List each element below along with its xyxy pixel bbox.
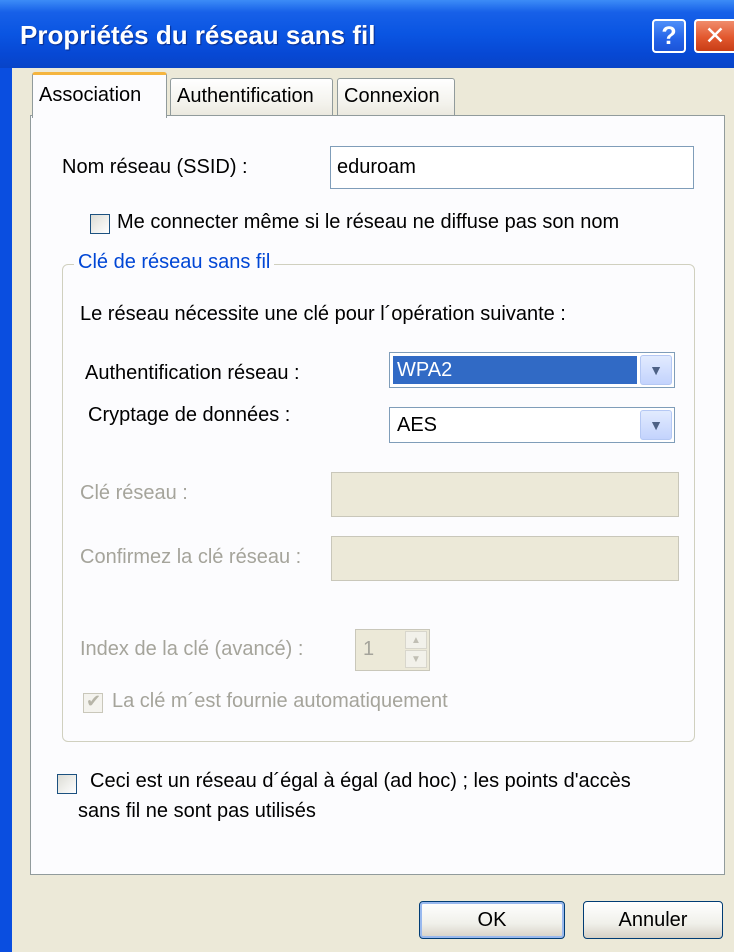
- tab-authentification[interactable]: Authentification: [170, 78, 333, 115]
- title-bar[interactable]: Propriétés du réseau sans fil ? ✕: [0, 0, 734, 68]
- key-index-value: 1: [363, 638, 375, 660]
- key-description: Le réseau nécessite une clé pour l´opéra…: [80, 303, 566, 325]
- close-button[interactable]: ✕: [694, 19, 734, 53]
- adhoc-checkbox[interactable]: [57, 774, 77, 794]
- encryption-dropdown-value: AES: [397, 414, 438, 436]
- network-key-input[interactable]: [331, 472, 679, 517]
- groupbox-title: Clé de réseau sans fil: [74, 251, 275, 274]
- cancel-button[interactable]: Annuler: [583, 901, 723, 939]
- chevron-down-icon[interactable]: ▼: [640, 410, 672, 440]
- auth-dropdown[interactable]: WPA2 ▼: [389, 352, 675, 388]
- encryption-dropdown[interactable]: AES ▼: [389, 407, 675, 443]
- key-index-stepper[interactable]: 1 ▲ ▼: [355, 629, 430, 671]
- checkmark-icon: ✔: [86, 691, 102, 711]
- help-icon: ?: [661, 21, 677, 50]
- confirm-key-input[interactable]: [331, 536, 679, 581]
- hidden-network-checkbox[interactable]: [90, 214, 110, 234]
- hidden-network-label: Me connecter même si le réseau ne diffus…: [117, 211, 620, 233]
- key-index-label: Index de la clé (avancé) :: [80, 638, 304, 660]
- adhoc-label-line1: Ceci est un réseau d´égal à égal (ad hoc…: [90, 770, 631, 792]
- tab-association[interactable]: Association: [32, 72, 167, 118]
- help-button[interactable]: ?: [652, 19, 686, 53]
- auth-label: Authentification réseau :: [85, 362, 300, 384]
- auto-key-label: La clé m´est fournie automatiquement: [112, 690, 448, 712]
- ok-button[interactable]: OK: [419, 901, 565, 939]
- ssid-label: Nom réseau (SSID) :: [62, 156, 248, 178]
- auto-key-checkbox[interactable]: ✔: [83, 691, 103, 713]
- encryption-label: Cryptage de données :: [88, 404, 291, 426]
- tab-label: Connexion: [344, 85, 440, 107]
- ssid-input[interactable]: eduroam: [330, 146, 694, 189]
- chevron-up-icon[interactable]: ▲: [405, 631, 427, 649]
- confirm-key-label: Confirmez la clé réseau :: [80, 546, 302, 568]
- adhoc-label-line2: sans fil ne sont pas utilisés: [78, 800, 316, 822]
- tab-connexion[interactable]: Connexion: [337, 78, 455, 115]
- chevron-down-icon[interactable]: ▼: [640, 355, 672, 385]
- tab-label: Association: [39, 84, 142, 106]
- close-icon: ✕: [704, 22, 726, 50]
- chevron-down-icon[interactable]: ▼: [405, 650, 427, 668]
- tab-label: Authentification: [177, 85, 314, 107]
- network-key-label: Clé réseau :: [80, 482, 188, 504]
- window-title: Propriétés du réseau sans fil: [20, 20, 376, 50]
- auth-dropdown-value: WPA2: [393, 356, 637, 384]
